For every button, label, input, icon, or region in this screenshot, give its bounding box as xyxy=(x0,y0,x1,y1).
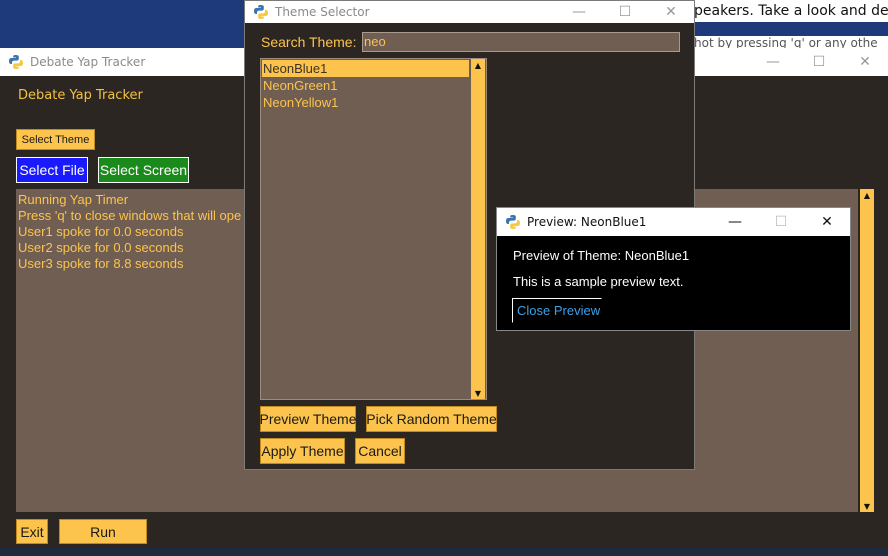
log-line: User2 spoke for 0.0 seconds xyxy=(18,240,184,255)
app-heading: Debate Yap Tracker xyxy=(18,88,143,103)
preview-theme-button[interactable]: Preview Theme xyxy=(260,406,357,432)
theme-selector-titlebar[interactable]: Theme Selector — ☐ ✕ xyxy=(245,1,694,23)
scroll-down-arrow-icon[interactable]: ▼ xyxy=(860,500,874,512)
preview-window-title: Preview: NeonBlue1 xyxy=(527,215,647,229)
minimize-icon[interactable]: — xyxy=(750,48,796,76)
close-icon[interactable]: ✕ xyxy=(648,1,694,23)
maximize-icon[interactable]: ☐ xyxy=(602,1,648,23)
log-line: Running Yap Timer xyxy=(18,192,129,207)
select-file-button[interactable]: Select File xyxy=(16,157,88,183)
theme-list-scrollbar[interactable]: ▲ ▼ xyxy=(471,59,485,399)
background-text-line-1: peakers. Take a look and deci xyxy=(694,0,888,22)
preview-window-titlebar[interactable]: Preview: NeonBlue1 — ☐ ✕ xyxy=(497,208,850,236)
theme-list-item[interactable]: NeonGreen1 xyxy=(262,77,469,94)
pick-random-theme-button[interactable]: Pick Random Theme xyxy=(366,406,497,432)
minimize-icon[interactable]: — xyxy=(712,208,758,236)
maximize-icon[interactable]: ☐ xyxy=(758,208,804,236)
log-scrollbar[interactable]: ▲ ▼ xyxy=(860,189,874,512)
apply-theme-button[interactable]: Apply Theme xyxy=(260,438,345,464)
select-screen-button[interactable]: Select Screen xyxy=(98,157,189,183)
search-theme-input[interactable]: neo xyxy=(362,32,680,52)
theme-selector-title: Theme Selector xyxy=(275,5,370,19)
scroll-down-arrow-icon[interactable]: ▼ xyxy=(471,387,485,399)
cancel-button[interactable]: Cancel xyxy=(355,438,405,464)
minimize-icon[interactable]: — xyxy=(556,1,602,23)
log-line: User3 spoke for 8.8 seconds xyxy=(18,256,184,271)
run-button[interactable]: Run xyxy=(59,519,147,544)
log-line: User1 spoke for 0.0 seconds xyxy=(18,224,184,239)
scroll-up-arrow-icon[interactable]: ▲ xyxy=(860,189,874,201)
taskbar xyxy=(0,548,888,556)
theme-list[interactable]: NeonBlue1 NeonGreen1 NeonYellow1 xyxy=(260,58,487,400)
theme-list-item[interactable]: NeonBlue1 xyxy=(262,60,469,77)
python-logo-icon xyxy=(506,215,520,229)
search-theme-label: Search Theme: xyxy=(261,34,357,50)
close-preview-button[interactable]: Close Preview xyxy=(512,298,602,323)
select-theme-button[interactable]: Select Theme xyxy=(16,129,95,150)
preview-window: Preview: NeonBlue1 — ☐ ✕ Preview of Them… xyxy=(496,207,851,331)
close-icon[interactable]: ✕ xyxy=(842,48,888,76)
maximize-icon[interactable]: ☐ xyxy=(796,48,842,76)
exit-button[interactable]: Exit xyxy=(16,519,48,544)
python-logo-icon xyxy=(9,55,23,69)
preview-sample-text: This is a sample preview text. xyxy=(513,274,684,289)
python-logo-icon xyxy=(254,5,268,19)
scroll-up-arrow-icon[interactable]: ▲ xyxy=(471,59,485,71)
theme-list-item[interactable]: NeonYellow1 xyxy=(262,94,469,111)
preview-theme-text: Preview of Theme: NeonBlue1 xyxy=(513,248,690,263)
close-icon[interactable]: ✕ xyxy=(804,208,850,236)
log-line: Press 'q' to close windows that will ope xyxy=(18,208,242,223)
